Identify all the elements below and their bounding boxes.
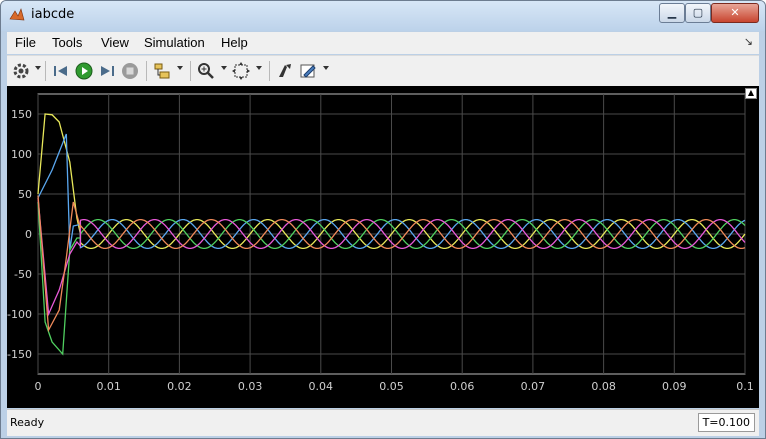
toolbar — [7, 55, 759, 87]
scope-window: iabcde ▁ ▢ ✕ File Tools View Simulation … — [0, 0, 766, 439]
zoom-dropdown-icon[interactable] — [221, 66, 227, 70]
minimize-icon: ▁ — [667, 6, 677, 19]
autoscale-dropdown-icon[interactable] — [256, 66, 262, 70]
zoom-icon[interactable] — [196, 61, 216, 81]
x-tick-label: 0.07 — [521, 380, 546, 393]
x-tick-label: 0.01 — [96, 380, 121, 393]
signal-dropdown-icon[interactable] — [177, 66, 183, 70]
y-tick-label: -150 — [7, 348, 32, 361]
matlab-icon — [9, 7, 25, 23]
toolbar-separator — [269, 61, 270, 81]
maximize-button[interactable]: ▢ — [685, 3, 711, 23]
menu-bar: File Tools View Simulation Help ↘ — [7, 32, 759, 54]
maximize-icon: ▢ — [692, 6, 704, 19]
x-tick-label: 0 — [35, 380, 42, 393]
x-tick-label: 0.1 — [736, 380, 754, 393]
run-icon[interactable] — [74, 61, 94, 81]
x-tick-label: 0.03 — [238, 380, 263, 393]
scope-plot[interactable]: 0 0.01 0.02 0.03 0.04 0.05 0.06 0.07 0.08 0.09 0.1… — [7, 86, 759, 408]
menu-simulation[interactable]: Simulation — [144, 35, 205, 50]
signal-selector-icon[interactable] — [152, 61, 172, 81]
status-text: Ready — [10, 416, 45, 429]
menu-help[interactable]: Help — [221, 35, 248, 50]
toolbar-separator — [146, 61, 147, 81]
simulation-time: T=0.100 — [697, 413, 755, 432]
highlight-dropdown-icon[interactable] — [323, 66, 329, 70]
close-button[interactable]: ✕ — [711, 3, 759, 23]
x-tick-label: 0.06 — [450, 380, 475, 393]
title-bar[interactable]: iabcde ▁ ▢ ✕ — [1, 1, 765, 31]
gear-dropdown-icon[interactable] — [35, 66, 41, 70]
gear-icon[interactable] — [11, 61, 31, 81]
y-tick-label: -100 — [7, 308, 32, 321]
y-tick-label: 0 — [25, 228, 32, 241]
scope-display[interactable]: 0 0.01 0.02 0.03 0.04 0.05 0.06 0.07 0.08 0.09 0.1… — [7, 86, 759, 408]
menu-tools[interactable]: Tools — [52, 35, 82, 50]
y-tick-label: 150 — [11, 108, 32, 121]
step-forward-icon[interactable] — [97, 61, 117, 81]
x-tick-label: 0.04 — [309, 380, 334, 393]
x-tick-label: 0.08 — [591, 380, 616, 393]
highlight-icon[interactable] — [298, 61, 318, 81]
y-tick-label: 50 — [18, 188, 32, 201]
menu-file[interactable]: File — [15, 35, 36, 50]
y-tick-label: 100 — [11, 148, 32, 161]
step-back-icon[interactable] — [51, 61, 71, 81]
x-tick-label: 0.05 — [379, 380, 404, 393]
dock-arrow-icon[interactable]: ↘ — [744, 35, 753, 48]
window-title: iabcde — [31, 7, 75, 22]
close-icon: ✕ — [730, 6, 740, 19]
y-tick-label: -50 — [14, 268, 32, 281]
toolbar-separator — [45, 61, 46, 81]
undock-legend-icon[interactable]: ▲ — [745, 88, 757, 99]
stop-icon[interactable] — [120, 61, 140, 81]
autoscale-icon[interactable] — [231, 61, 251, 81]
x-tick-label: 0.09 — [662, 380, 687, 393]
minimize-button[interactable]: ▁ — [659, 3, 685, 23]
toolbar-separator — [190, 61, 191, 81]
status-bar: Ready T=0.100 — [7, 409, 759, 436]
x-tick-label: 0.02 — [167, 380, 192, 393]
style-icon[interactable] — [275, 61, 295, 81]
menu-view[interactable]: View — [101, 35, 129, 50]
